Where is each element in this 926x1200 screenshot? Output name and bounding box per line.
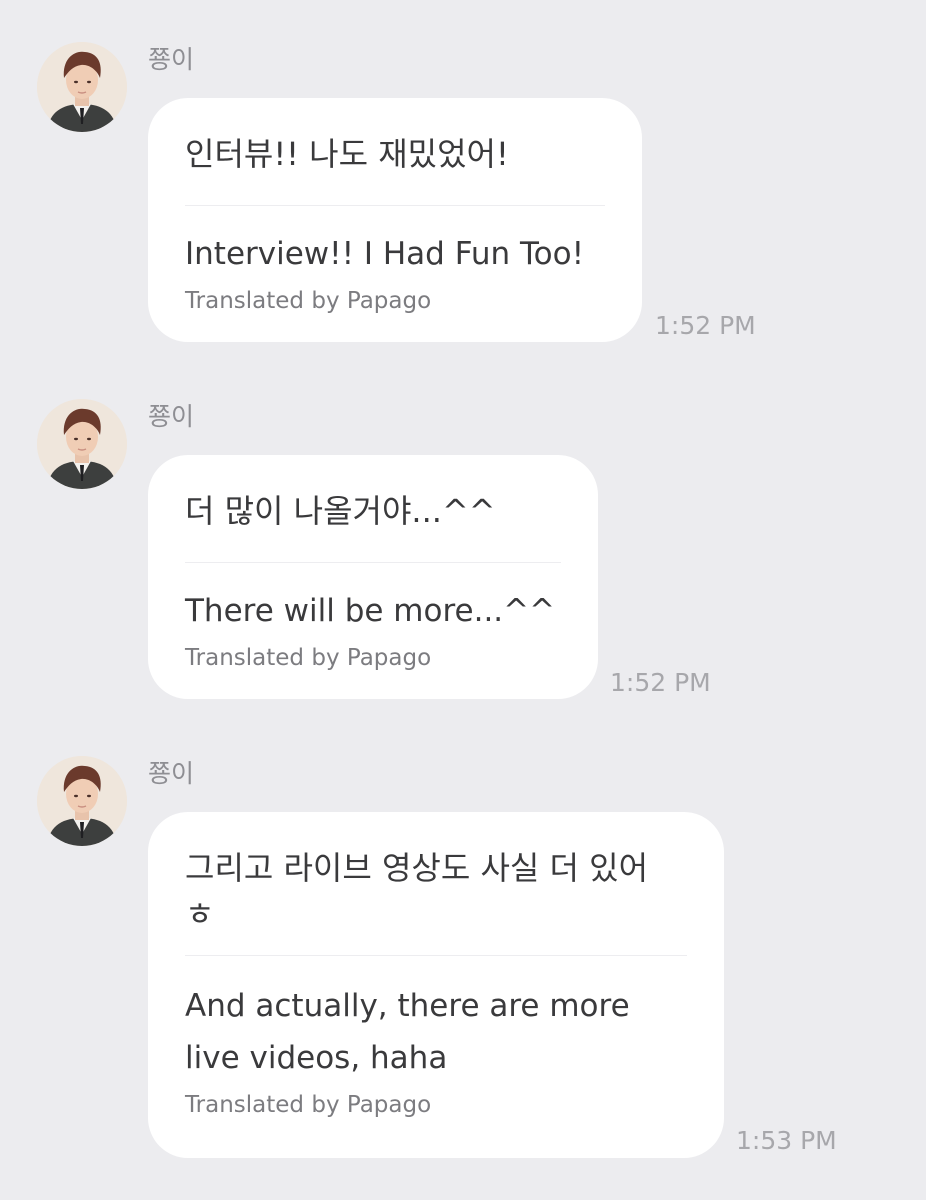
sender-name: 쭁이 bbox=[148, 759, 195, 788]
avatar[interactable] bbox=[37, 42, 127, 132]
original-text: 더 많이 나올거야...^^ bbox=[185, 455, 561, 563]
message-bubble[interactable]: 인터뷰!! 나도 재밌었어! Interview!! I Had Fun Too… bbox=[148, 98, 642, 342]
profile-photo-icon bbox=[37, 756, 127, 846]
avatar[interactable] bbox=[37, 399, 127, 489]
translation-credit: Translated by Papago bbox=[185, 288, 432, 314]
sender-name: 쭁이 bbox=[148, 45, 195, 74]
message-timestamp: 1:52 PM bbox=[610, 668, 711, 697]
translation-credit: Translated by Papago bbox=[185, 1092, 432, 1118]
message-timestamp: 1:53 PM bbox=[736, 1126, 837, 1155]
message-bubble[interactable]: 더 많이 나올거야...^^ There will be more...^^ T… bbox=[148, 455, 598, 699]
avatar[interactable] bbox=[37, 756, 127, 846]
original-text: 인터뷰!! 나도 재밌었어! bbox=[185, 98, 605, 206]
message-timestamp: 1:52 PM bbox=[655, 311, 756, 340]
sender-name: 쭁이 bbox=[148, 402, 195, 431]
translated-text: There will be more...^^ bbox=[185, 593, 556, 629]
profile-photo-icon bbox=[37, 399, 127, 489]
translated-text: Interview!! I Had Fun Too! bbox=[185, 236, 585, 272]
translation-credit: Translated by Papago bbox=[185, 645, 432, 671]
translated-text: And actually, there are more live videos… bbox=[185, 988, 630, 1076]
original-text: 그리고 라이브 영상도 사실 더 있어 ㅎ bbox=[185, 812, 687, 956]
message-bubble[interactable]: 그리고 라이브 영상도 사실 더 있어 ㅎ And actually, ther… bbox=[148, 812, 724, 1158]
profile-photo-icon bbox=[37, 42, 127, 132]
